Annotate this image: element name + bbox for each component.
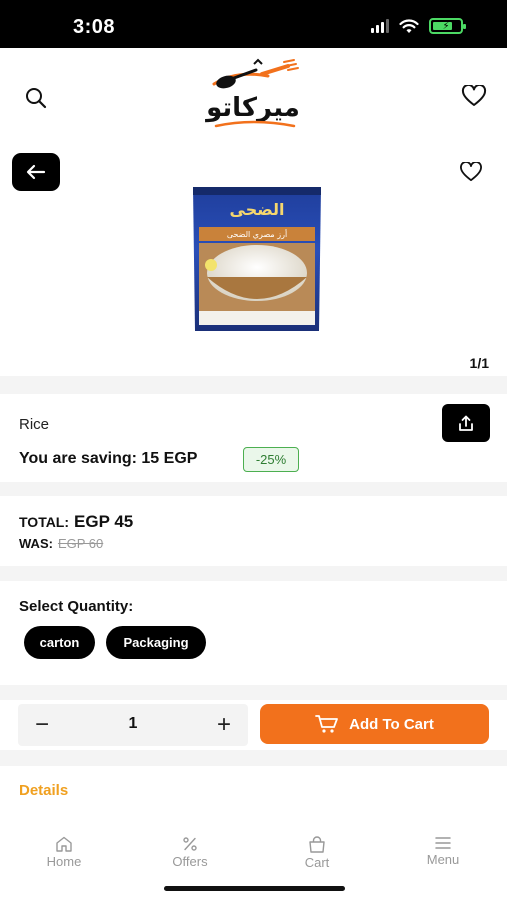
arrow-left-icon xyxy=(26,164,46,180)
nav-cart[interactable]: Cart xyxy=(272,836,362,870)
status-time: 3:08 xyxy=(73,16,116,38)
product-name: Rice xyxy=(19,416,50,433)
section-divider xyxy=(0,566,507,581)
battery-icon: ⚡ xyxy=(429,18,466,34)
back-button[interactable] xyxy=(12,153,60,191)
svg-text:أرز مصري الضحى: أرز مصري الضحى xyxy=(227,229,287,239)
svg-text:ميركاتو: ميركاتو xyxy=(204,93,300,123)
saving-text: You are saving: 15 EGP xyxy=(19,450,198,467)
total-label: TOTAL: xyxy=(19,514,70,530)
original-price: EGP 60 xyxy=(57,536,104,551)
nav-home[interactable]: Home xyxy=(19,836,109,869)
wishlist-header-button[interactable] xyxy=(459,82,489,110)
image-counter: 1/1 xyxy=(469,355,489,371)
wifi-icon xyxy=(399,18,419,33)
favorite-button[interactable] xyxy=(458,160,484,184)
nav-menu[interactable]: Menu xyxy=(398,836,488,867)
app-header: ميركاتو xyxy=(0,48,507,140)
brand-logo: ميركاتو xyxy=(196,56,311,136)
share-button[interactable] xyxy=(442,404,490,442)
section-divider xyxy=(0,685,507,700)
details-section: Details xyxy=(0,766,507,814)
heart-icon xyxy=(460,162,482,182)
nav-menu-label: Menu xyxy=(426,852,460,867)
bottom-nav: Home Offers Cart Menu xyxy=(0,826,507,900)
bag-icon xyxy=(309,836,325,853)
nav-offers[interactable]: Offers xyxy=(145,836,235,869)
product-gallery: الضحى أرز مصري الضحى 1/1 xyxy=(0,140,507,376)
was-label: WAS: xyxy=(19,536,53,551)
quantity-section: Select Quantity: carton Packaging xyxy=(0,581,507,685)
nav-cart-label: Cart xyxy=(304,855,330,870)
discount-badge: -25% xyxy=(243,447,299,472)
heart-icon xyxy=(461,85,487,106)
status-icons: ⚡ xyxy=(371,18,466,34)
section-divider xyxy=(0,376,507,394)
total-row: TOTAL: EGP 45 xyxy=(19,512,133,532)
search-icon xyxy=(26,88,47,109)
product-image[interactable]: الضحى أرز مصري الضحى xyxy=(189,181,325,339)
search-button[interactable] xyxy=(22,84,50,112)
percent-icon xyxy=(183,837,197,851)
quantity-title: Select Quantity: xyxy=(19,598,134,615)
total-price: EGP 45 xyxy=(74,512,134,531)
product-info: Rice You are saving: 15 EGP -25% xyxy=(0,394,507,482)
section-divider xyxy=(0,482,507,496)
quantity-value: 1 xyxy=(128,715,138,732)
nav-offers-label: Offers xyxy=(172,854,208,869)
decrement-button[interactable]: − xyxy=(22,704,62,746)
share-icon xyxy=(459,415,473,431)
quantity-stepper: − 1 + xyxy=(18,704,248,746)
quantity-option-packaging[interactable]: Packaging xyxy=(106,626,206,659)
price-section: TOTAL: EGP 45 WAS: EGP 60 xyxy=(0,496,507,566)
increment-button[interactable]: + xyxy=(204,704,244,746)
svg-text:الضحى: الضحى xyxy=(230,200,285,219)
section-divider xyxy=(0,750,507,766)
signal-icon xyxy=(371,19,389,33)
status-bar: 3:08 ⚡ xyxy=(0,0,507,48)
nav-home-label: Home xyxy=(46,854,82,869)
quantity-option-carton[interactable]: carton xyxy=(24,626,95,659)
add-to-cart-button[interactable]: Add To Cart xyxy=(260,704,489,744)
menu-icon xyxy=(435,837,451,849)
home-indicator xyxy=(164,886,345,891)
cart-icon xyxy=(315,715,339,733)
add-to-cart-label: Add To Cart xyxy=(349,715,434,733)
home-icon xyxy=(56,836,72,852)
was-row: WAS: EGP 60 xyxy=(19,536,103,551)
details-link[interactable]: Details xyxy=(19,782,68,799)
cart-row: − 1 + Add To Cart xyxy=(0,700,507,750)
